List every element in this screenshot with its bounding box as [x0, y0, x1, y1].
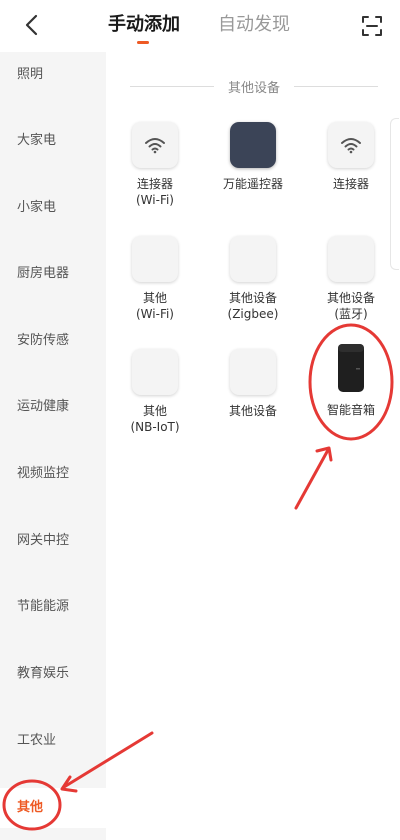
chevron-left-icon: [25, 14, 38, 36]
device-connector-wifi[interactable]: 连接器 (Wi-Fi): [112, 122, 198, 208]
device-other[interactable]: 其他设备: [210, 349, 296, 419]
tab-manual-add[interactable]: 手动添加: [108, 14, 180, 36]
device-name: 连接器 (Wi-Fi): [136, 177, 174, 207]
remote-icon: [230, 122, 276, 168]
divider-right: [294, 85, 379, 87]
device-name: 其他 (Wi-Fi): [136, 291, 174, 321]
device-universal-remote[interactable]: 万能遥控器: [210, 122, 296, 192]
device-other-zigbee[interactable]: 其他设备 (Zigbee): [210, 236, 296, 322]
device-name: 其他设备 (Zigbee): [227, 291, 279, 321]
device-other-wifi[interactable]: 其他 (Wi-Fi): [112, 236, 198, 322]
smart-speaker-icon: [328, 342, 374, 394]
sidebar-item-energy[interactable]: 节能能源: [0, 592, 106, 622]
scan-icon: [362, 16, 382, 36]
device-other-nbiot[interactable]: 其他 (NB-IoT): [112, 349, 198, 435]
sidebar-item-large-appliances[interactable]: 大家电: [0, 126, 106, 156]
sidebar-item-video[interactable]: 视频监控: [0, 459, 106, 489]
blank-tile-icon: [132, 349, 178, 395]
sidebar-item-small-appliances[interactable]: 小家电: [0, 193, 106, 223]
device-name: 智能音箱: [326, 403, 375, 417]
section-header: 其他设备: [130, 76, 379, 96]
device-smart-speaker[interactable]: 智能音箱: [308, 342, 394, 418]
device-name: 其他设备: [228, 404, 277, 418]
tab-auto-discover[interactable]: 自动发现: [218, 14, 290, 36]
device-name: 连接器: [332, 177, 369, 191]
device-tile: [328, 122, 374, 168]
active-tab-indicator: [137, 41, 149, 44]
sidebar-item-industry[interactable]: 工农业: [0, 726, 106, 756]
blank-tile-icon: [328, 236, 374, 282]
device-tile: [132, 122, 178, 168]
device-name: 万能遥控器: [222, 177, 283, 191]
sidebar-item-education[interactable]: 教育娱乐: [0, 659, 106, 689]
device-other-bluetooth[interactable]: 其他设备 (蓝牙): [308, 236, 394, 322]
blank-tile-icon: [230, 236, 276, 282]
back-button[interactable]: [16, 10, 46, 40]
sidebar-item-security[interactable]: 安防传感: [0, 326, 106, 356]
sidebar-item-other[interactable]: 其他: [0, 788, 106, 828]
sidebar-item-health[interactable]: 运动健康: [0, 392, 106, 422]
section-title: 其他设备: [228, 80, 281, 96]
device-name: 其他设备 (蓝牙): [326, 291, 375, 321]
device-name: 其他 (NB-IoT): [130, 404, 180, 434]
blank-tile-icon: [132, 236, 178, 282]
scan-button[interactable]: [358, 12, 386, 40]
blank-tile-icon: [230, 349, 276, 395]
category-sidebar: 照明 大家电 小家电 厨房电器 安防传感 运动健康 视频监控 网关中控 节能能源…: [0, 52, 106, 840]
top-bar: 手动添加 自动发现: [0, 0, 400, 52]
sidebar-item-gateway[interactable]: 网关中控: [0, 526, 106, 556]
device-connector[interactable]: 连接器: [308, 122, 394, 192]
divider-left: [130, 85, 214, 87]
sidebar-item-lighting[interactable]: 照明: [0, 60, 106, 90]
annotation-arrowhead-speaker: [315, 446, 333, 462]
sidebar-item-kitchen[interactable]: 厨房电器: [0, 259, 106, 289]
wifi-icon: [145, 138, 165, 154]
annotation-arrow-speaker: [294, 448, 330, 510]
wifi-icon: [341, 138, 361, 154]
